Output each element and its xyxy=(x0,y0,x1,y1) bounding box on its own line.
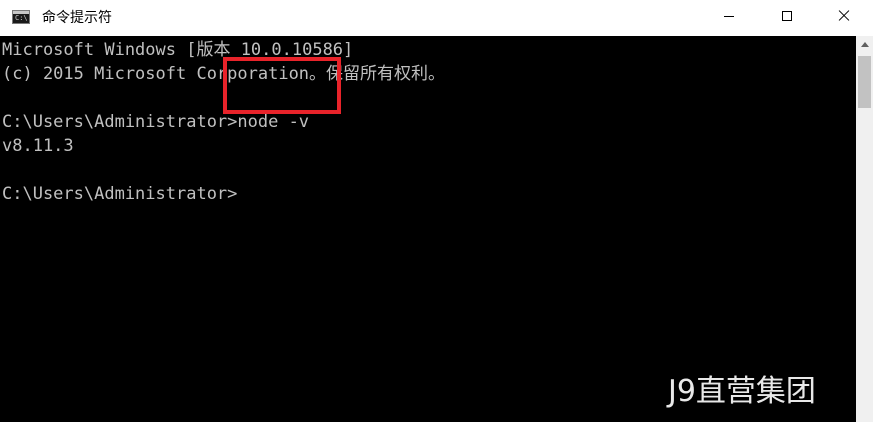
maximize-button[interactable] xyxy=(758,0,816,32)
cmd-icon-glyph: C:\ xyxy=(15,14,28,22)
close-button[interactable] xyxy=(815,0,873,32)
title-bar[interactable]: C:\ 命令提示符 xyxy=(0,0,873,36)
highlight-box xyxy=(223,57,341,114)
arrow-up-icon xyxy=(860,42,869,47)
minimize-button[interactable] xyxy=(700,0,758,32)
console-line-prompt[interactable]: C:\Users\Administrator> xyxy=(2,182,237,206)
console-output[interactable]: Microsoft Windows [版本 10.0.10586] (c) 20… xyxy=(0,36,856,422)
scroll-thumb[interactable] xyxy=(858,56,871,108)
cmd-window: C:\ 命令提示符 Microsoft Windows [版本 10.0.105… xyxy=(0,0,873,422)
scroll-up-button[interactable] xyxy=(856,36,873,53)
console-line-result: v8.11.3 xyxy=(2,136,74,156)
vertical-scrollbar[interactable] xyxy=(856,36,873,422)
window-title: 命令提示符 xyxy=(42,10,112,26)
watermark: J9直营集团 xyxy=(668,374,816,409)
cmd-icon: C:\ xyxy=(12,10,30,24)
maximize-icon xyxy=(782,11,792,21)
minimize-icon xyxy=(724,15,734,17)
close-icon xyxy=(837,9,851,23)
